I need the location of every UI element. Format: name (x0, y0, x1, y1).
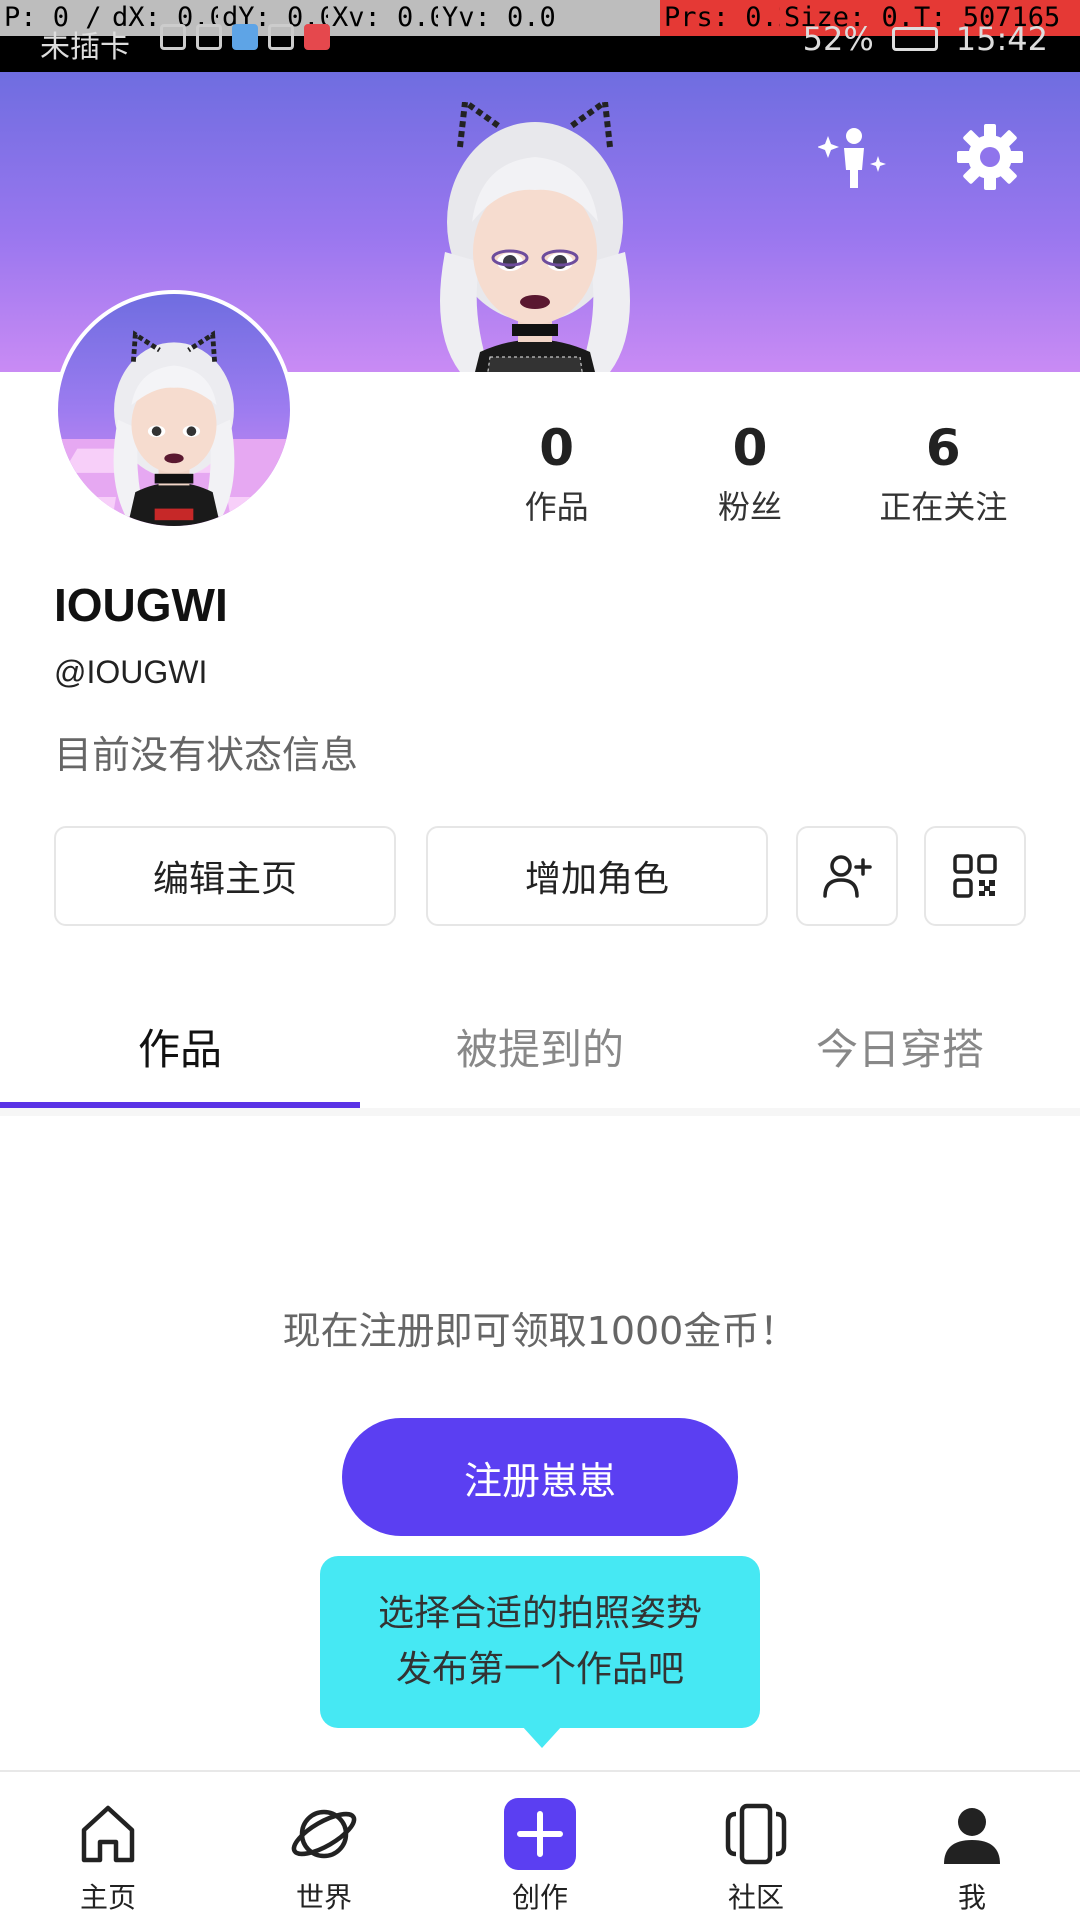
battery-icon (891, 27, 938, 51)
tab-works[interactable]: 作品 (0, 990, 360, 1110)
nav-label: 创作 (511, 1881, 568, 1914)
profile-stats: 0 作品 0 粉丝 6 正在关注 (460, 418, 1040, 528)
sparkle-avatar-icon (817, 128, 886, 188)
nav-label: 我 (957, 1881, 986, 1914)
profile-actions: 编辑主页 增加角色 (54, 826, 1026, 926)
carrier-text: 未插卡 (40, 30, 130, 65)
profile-avatar[interactable] (54, 290, 294, 530)
stat-followers[interactable]: 0 粉丝 (653, 418, 846, 528)
add-friend-button[interactable] (796, 826, 898, 926)
nav-label: 社区 (727, 1881, 784, 1914)
register-button[interactable]: 注册崽崽 (342, 1418, 738, 1536)
stat-label: 粉丝 (717, 488, 782, 526)
add-friend-icon (823, 855, 872, 898)
nav-home[interactable]: 主页 (0, 1772, 216, 1920)
notification-icons (160, 24, 330, 50)
banner-avatar-image (440, 102, 630, 372)
debug-pressure: Prs: 0.20 (660, 0, 780, 36)
planet-icon (291, 1809, 357, 1859)
avatar-image (58, 330, 290, 526)
edit-profile-button[interactable]: 编辑主页 (54, 826, 396, 926)
avatar-sparkle-button[interactable] (817, 122, 888, 192)
nav-create[interactable]: 创作 (432, 1772, 648, 1920)
debug-yv: Yv: 0.0 (438, 0, 660, 36)
person-icon (944, 1808, 1000, 1864)
create-hint-tooltip: 选择合适的拍照姿势 发布第一个作品吧 (320, 1556, 760, 1728)
tab-outfit-today[interactable]: 今日穿搭 (720, 990, 1080, 1110)
profile-handle: @IOUGWI (54, 654, 208, 690)
add-character-button[interactable]: 增加角色 (426, 826, 768, 926)
nav-label: 主页 (79, 1881, 136, 1914)
stat-value: 6 (925, 419, 961, 477)
qr-code-icon (953, 854, 997, 898)
app-notification-icon-2 (304, 24, 330, 50)
tab-mentioned[interactable]: 被提到的 (360, 990, 720, 1110)
status-bar: P: 0 / 1 dX: 0.0 dY: 0.0 Xv: 0.0 Yv: 0.0… (0, 0, 1080, 72)
stat-value: 0 (732, 419, 768, 477)
stat-following[interactable]: 6 正在关注 (847, 418, 1040, 528)
qr-code-button[interactable] (924, 826, 1026, 926)
nav-community[interactable]: 社区 (648, 1772, 864, 1920)
bottom-nav: 主页 世界 创作 社区 我 (0, 1770, 1080, 1920)
tooltip-line: 选择合适的拍照姿势 (377, 1593, 702, 1634)
stat-works[interactable]: 0 作品 (460, 418, 653, 528)
battery-percent: 52% (802, 20, 874, 58)
profile-bio: 目前没有状态信息 (54, 733, 359, 777)
debug-xv: Xv: 0.0 (328, 0, 438, 36)
settings-button[interactable] (955, 122, 1025, 192)
wifi-icon (196, 24, 222, 50)
create-button-bg (504, 1798, 576, 1870)
app-notification-icon (232, 24, 258, 50)
profile-screen: P: 0 / 1 dX: 0.0 dY: 0.0 Xv: 0.0 Yv: 0.0… (0, 0, 1080, 1920)
sim-icon (160, 24, 186, 50)
nav-world[interactable]: 世界 (216, 1772, 432, 1920)
system-status: 52% 15:42 (803, 20, 1048, 58)
profile-name: IOUGWI (54, 579, 228, 631)
home-icon (81, 1805, 135, 1863)
register-promo-text: 现在注册即可领取1000金币！ (282, 1309, 798, 1353)
profile-tabs: 作品 被提到的 今日穿搭 (0, 990, 1080, 1110)
tab-divider (0, 1108, 1080, 1116)
nav-me[interactable]: 我 (864, 1772, 1080, 1920)
clock: 15:42 (955, 20, 1048, 58)
stat-value: 0 (539, 419, 575, 477)
tooltip-line: 发布第一个作品吧 (395, 1649, 684, 1690)
nav-label: 世界 (295, 1881, 352, 1914)
stat-label: 正在关注 (879, 488, 1008, 526)
stat-label: 作品 (524, 488, 589, 526)
tooltip-arrow (522, 1726, 562, 1748)
gear-icon (957, 124, 1023, 190)
cards-icon (725, 1803, 787, 1865)
video-icon (268, 24, 294, 50)
plus-icon (517, 1811, 563, 1857)
